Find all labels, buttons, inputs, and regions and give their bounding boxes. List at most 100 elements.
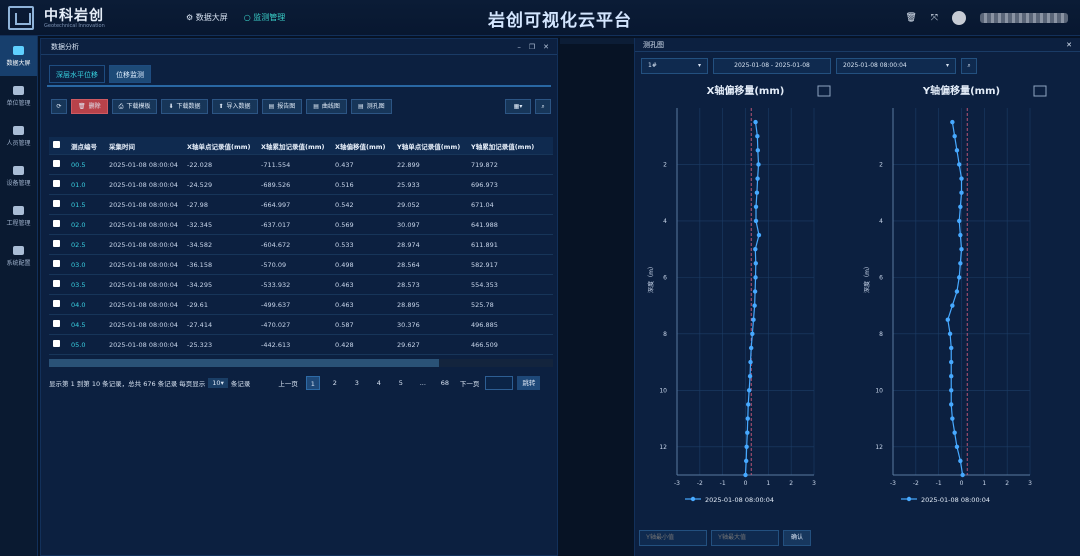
table-cell: -570.09 <box>261 260 287 269</box>
row-checkbox[interactable] <box>53 260 60 267</box>
table-row[interactable]: 03.0 2025-01-08 08:00:04 -36.158 -570.09 0.4… <box>49 255 553 275</box>
row-checkbox[interactable] <box>53 320 60 327</box>
refresh-button[interactable]: ⟳ <box>51 99 67 114</box>
col-header[interactable]: X轴累加记录值(mm) <box>257 141 331 151</box>
table-row[interactable]: 01.5 2025-01-08 08:00:04 -27.98 -664.997 0.5… <box>49 195 553 215</box>
download-data-button[interactable]: ⬇ 下载数据 <box>161 99 208 114</box>
jump-page-input[interactable] <box>485 376 514 390</box>
nav-monitoring[interactable]: ○ 监测管理 <box>244 12 286 23</box>
table-row[interactable]: 00.5 2025-01-08 08:00:04 -22.028 -711.554 0.… <box>49 155 553 175</box>
horizontal-scrollbar[interactable] <box>49 359 553 367</box>
data-analysis-panel: 数据分析 – ❐ ✕ 深层水平位移 位移监测 ⟳ 🗑 删除 ⎙ 下载模板 ⬇ 下载数… <box>40 38 558 556</box>
page-button[interactable]: 2 <box>328 376 342 390</box>
table-row[interactable]: 02.5 2025-01-08 08:00:04 -34.582 -604.672 0.… <box>49 235 553 255</box>
x-tick-label: 2 <box>789 480 793 487</box>
hole-chart-button[interactable]: ▤ 测孔图 <box>350 99 392 114</box>
table-cell: 03.0 <box>71 260 86 269</box>
table-row[interactable]: 02.0 2025-01-08 08:00:04 -32.345 -637.017 0.… <box>49 215 553 235</box>
report-chart-button[interactable]: ▤ 报告图 <box>261 99 303 114</box>
sidebar-item-config[interactable]: 系统配置 <box>0 236 37 276</box>
data-point <box>751 317 756 322</box>
minimize-icon[interactable]: – <box>517 43 521 51</box>
nav-data-screen[interactable]: ⚙ 数据大屏 <box>186 12 228 23</box>
y-tick-label: 2 <box>879 161 883 168</box>
legend-marker-dot <box>690 496 696 502</box>
col-header[interactable]: Y轴累加记录值(mm) <box>467 141 541 151</box>
prev-page-button[interactable]: 上一页 <box>278 378 298 388</box>
row-checkbox[interactable] <box>53 180 60 187</box>
per-page-select[interactable]: 10▾ <box>208 378 228 388</box>
col-header[interactable]: 采集时间 <box>105 141 183 151</box>
data-table: 测点编号 采集时间 X轴单点记录值(mm) X轴累加记录值(mm) X轴偏移值(… <box>49 137 553 355</box>
x-tick-label: 1 <box>766 480 770 487</box>
search-button[interactable]: ⌕ <box>961 58 977 74</box>
sidebar-item-data-screen[interactable]: 数据大屏 <box>0 36 37 76</box>
page-button[interactable]: 1 <box>305 376 320 390</box>
avatar[interactable] <box>952 11 966 25</box>
fullscreen-icon[interactable]: ⤧ <box>931 13 938 23</box>
table-row[interactable]: 04.0 2025-01-08 08:00:04 -29.61 -499.637 0.4… <box>49 295 553 315</box>
delete-button[interactable]: 🗑 删除 <box>71 99 108 114</box>
col-header[interactable]: Y轴单点记录值(mm) <box>393 141 467 151</box>
row-checkbox[interactable] <box>53 340 60 347</box>
user-name-blurred[interactable] <box>980 13 1068 23</box>
table-cell: 30.376 <box>397 320 420 329</box>
restore-icon[interactable]: ❐ <box>529 43 535 51</box>
row-checkbox[interactable] <box>53 220 60 227</box>
search-button[interactable]: ⌕ <box>535 99 551 114</box>
page-button[interactable]: 3 <box>350 376 364 390</box>
download-template-button[interactable]: ⎙ 下载模板 <box>111 99 158 114</box>
y-max-input[interactable] <box>711 530 779 546</box>
table-cell: -711.554 <box>261 160 291 169</box>
sidebar-item-devices[interactable]: 设备管理 <box>0 156 37 196</box>
page-button[interactable]: 4 <box>372 376 386 390</box>
data-point <box>753 218 759 224</box>
sidebar-item-projects[interactable]: 工程管理 <box>0 196 37 236</box>
series-line <box>947 122 964 476</box>
row-checkbox[interactable] <box>53 160 60 167</box>
confirm-button[interactable]: 确认 <box>783 530 811 546</box>
hole-select[interactable]: 1# ▾ <box>641 58 708 74</box>
jump-button[interactable]: 跳转 <box>517 376 541 390</box>
brand-name: 中科岩创 <box>44 8 104 24</box>
table-cell: 671.04 <box>471 200 494 209</box>
col-header[interactable]: 测点编号 <box>67 141 105 151</box>
col-header[interactable]: X轴单点记录值(mm) <box>183 141 257 151</box>
table-row[interactable]: 05.0 2025-01-08 08:00:04 -25.323 -442.613 0.… <box>49 335 553 355</box>
curve-chart-button[interactable]: ▤ 曲线图 <box>306 99 347 114</box>
row-checkbox[interactable] <box>53 240 60 247</box>
table-row[interactable]: 04.5 2025-01-08 08:00:04 -27.414 -470.027 0.… <box>49 315 553 335</box>
row-checkbox[interactable] <box>53 300 60 307</box>
tab-deep-displacement[interactable]: 深层水平位移 <box>49 65 105 83</box>
data-point <box>749 345 754 351</box>
table-cell: 641.988 <box>471 220 498 229</box>
series-line <box>744 122 760 476</box>
close-icon[interactable]: ✕ <box>543 43 549 51</box>
table-row[interactable]: 01.0 2025-01-08 08:00:04 -24.529 -689.526 0.… <box>49 175 553 195</box>
tab-displacement-monitoring[interactable]: 位移监测 <box>109 65 151 83</box>
table-cell: 28.573 <box>397 280 420 289</box>
data-point <box>756 232 762 238</box>
scrollbar-thumb[interactable] <box>49 359 439 367</box>
sidebar-item-units[interactable]: 单位管理 <box>0 76 37 116</box>
select-all-checkbox[interactable] <box>53 141 60 148</box>
sidebar-item-personnel[interactable]: 人员管理 <box>0 116 37 156</box>
time-select[interactable]: 2025-01-08 08:00:04 ▾ <box>836 58 956 74</box>
page-button[interactable]: 5 <box>394 376 408 390</box>
columns-button[interactable]: ▦▾ <box>505 99 531 114</box>
table-cell: -27.414 <box>187 320 213 329</box>
close-icon[interactable]: ✕ <box>1066 41 1072 49</box>
y-min-input[interactable] <box>639 530 707 546</box>
table-cell: 496.885 <box>471 320 498 329</box>
import-data-button[interactable]: ⬆ 导入数据 <box>211 99 258 114</box>
table-row[interactable]: 03.5 2025-01-08 08:00:04 -34.295 -533.932 0.… <box>49 275 553 295</box>
table-cell: 554.353 <box>471 280 498 289</box>
next-page-button[interactable]: 下一页 <box>460 378 480 388</box>
trash-icon[interactable]: 🗑 <box>905 13 916 23</box>
page-button[interactable]: 68 <box>438 376 452 390</box>
row-checkbox[interactable] <box>53 200 60 207</box>
table-cell: 2025-01-08 08:00:04 <box>109 160 179 169</box>
row-checkbox[interactable] <box>53 280 60 287</box>
date-range-input[interactable]: 2025-01-08 - 2025-01-08 <box>713 58 831 74</box>
col-header[interactable]: X轴偏移值(mm) <box>331 141 393 151</box>
